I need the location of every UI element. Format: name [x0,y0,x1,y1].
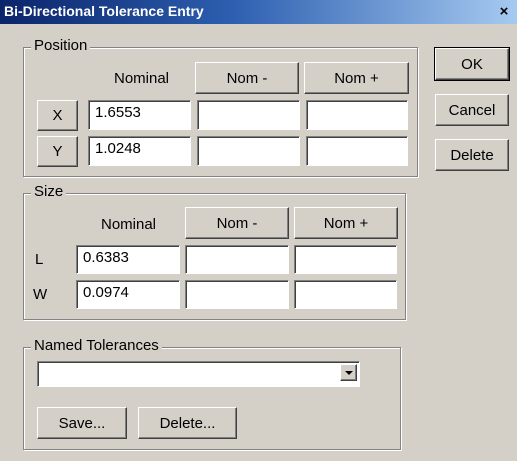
size-l-label: L [35,251,44,268]
size-nom-minus-button[interactable]: Nom - [185,207,289,239]
size-l-nom-minus-input[interactable] [185,245,289,274]
position-y-nom-minus-input[interactable] [197,136,300,166]
size-w-nominal-input[interactable]: 0.0974 [76,280,180,309]
size-l-nominal-input[interactable]: 0.6383 [76,245,180,274]
bi-directional-tolerance-dialog: Bi-Directional Tolerance Entry × Positio… [0,0,517,461]
close-icon[interactable]: × [494,2,514,21]
size-nom-plus-button[interactable]: Nom + [294,207,398,239]
position-x-button[interactable]: X [37,100,78,131]
save-tolerance-button[interactable]: Save... [37,407,127,439]
position-nom-minus-button[interactable]: Nom - [195,62,299,94]
position-y-button[interactable]: Y [37,136,78,167]
size-l-nom-plus-input[interactable] [294,245,397,274]
size-group-label: Size [31,183,67,200]
ok-button[interactable]: OK [434,47,510,81]
position-x-nominal-input[interactable]: 1.6553 [88,100,191,130]
size-w-nom-plus-input[interactable] [294,280,397,309]
window-title: Bi-Directional Tolerance Entry [4,3,204,19]
position-nom-plus-button[interactable]: Nom + [304,62,409,94]
position-y-nom-plus-input[interactable] [306,136,408,166]
title-bar[interactable]: Bi-Directional Tolerance Entry × [0,0,517,24]
size-nominal-header: Nominal [101,216,157,233]
delete-button[interactable]: Delete [435,139,509,171]
delete-tolerance-button[interactable]: Delete... [138,407,237,439]
position-nominal-header: Nominal [114,70,170,87]
position-x-nom-plus-input[interactable] [306,100,408,130]
size-w-nom-minus-input[interactable] [185,280,289,309]
chevron-down-icon[interactable] [340,364,357,381]
cancel-button[interactable]: Cancel [435,94,509,126]
position-x-nom-minus-input[interactable] [197,100,300,130]
size-w-label: W [33,286,48,303]
named-tolerances-group-label: Named Tolerances [31,337,162,354]
named-tolerances-select[interactable] [37,361,360,387]
position-group-label: Position [31,37,91,54]
position-y-nominal-input[interactable]: 1.0248 [88,136,191,166]
